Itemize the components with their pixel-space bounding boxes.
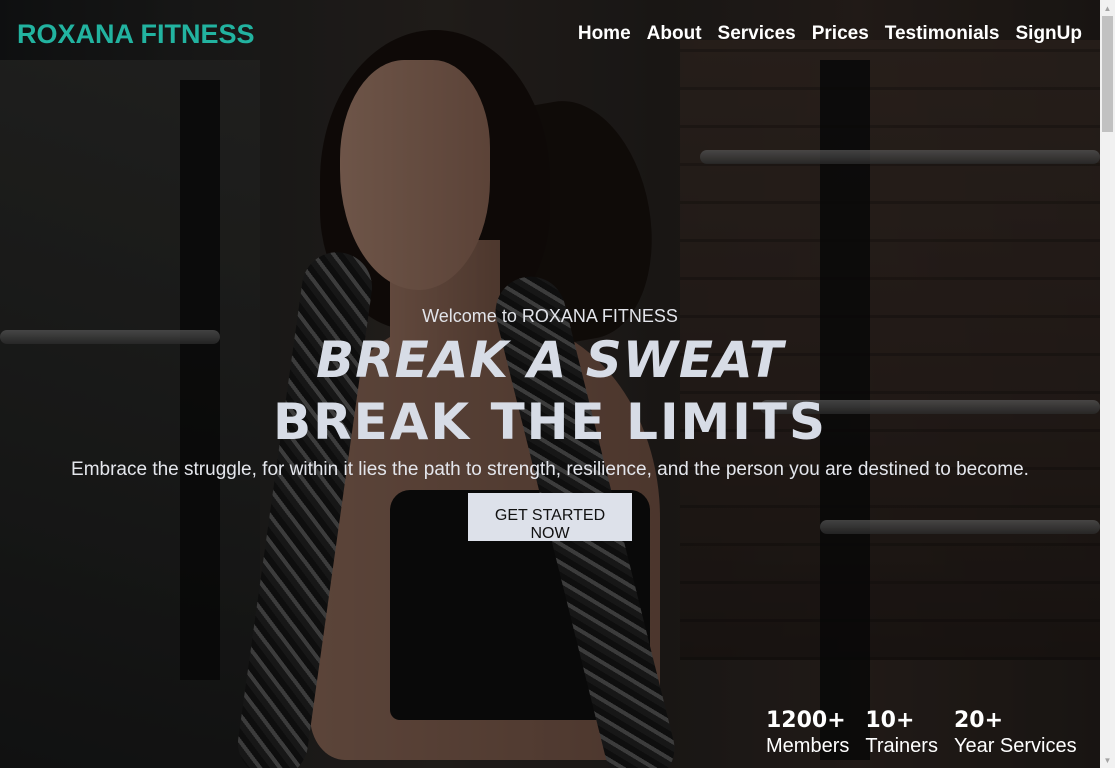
stat-label: Year Services [953, 735, 1077, 757]
nav-home[interactable]: Home [578, 23, 631, 45]
stat-members: 1200+ Members [766, 708, 849, 758]
scroll-thumb[interactable] [1102, 16, 1113, 132]
nav-testimonials[interactable]: Testimonials [885, 23, 1000, 45]
stat-label: Trainers [865, 735, 938, 757]
stat-value: 1200+ [766, 708, 846, 733]
main-nav: Home About Services Prices Testimonials … [578, 23, 1082, 45]
site-header: ROXANA FITNESS Home About Services Price… [0, 0, 1100, 68]
page-scrollbar[interactable]: ▲ ▼ [1100, 0, 1115, 768]
brand-logo[interactable]: ROXANA FITNESS [17, 19, 255, 50]
stats-bar: 1200+ Members 10+ Trainers 20+ Year Serv… [766, 708, 1077, 758]
scroll-down-icon[interactable]: ▼ [1100, 752, 1115, 768]
hero-headline: BREAK A SWEAT BREAK THE LIMITS [0, 329, 1100, 453]
stat-value: 20+ [953, 708, 1004, 733]
hero-tagline: Embrace the struggle, for within it lies… [71, 459, 1029, 480]
headline-line-2: BREAK THE LIMITS [272, 393, 828, 451]
nav-about[interactable]: About [647, 23, 702, 45]
get-started-button[interactable]: GET STARTED NOW [468, 493, 632, 542]
welcome-text: Welcome to ROXANA FITNESS [422, 306, 678, 326]
nav-services[interactable]: Services [718, 23, 796, 45]
stat-trainers: 10+ Trainers [865, 708, 938, 758]
nav-signup[interactable]: SignUp [1016, 23, 1083, 45]
stat-value: 10+ [865, 708, 915, 733]
headline-line-1: BREAK A SWEAT [315, 331, 785, 389]
stat-years: 20+ Year Services [954, 708, 1077, 758]
scroll-up-icon[interactable]: ▲ [1100, 0, 1115, 16]
stat-label: Members [766, 735, 850, 757]
nav-prices[interactable]: Prices [812, 23, 869, 45]
hero-content: Welcome to ROXANA FITNESS BREAK A SWEAT … [0, 306, 1100, 543]
